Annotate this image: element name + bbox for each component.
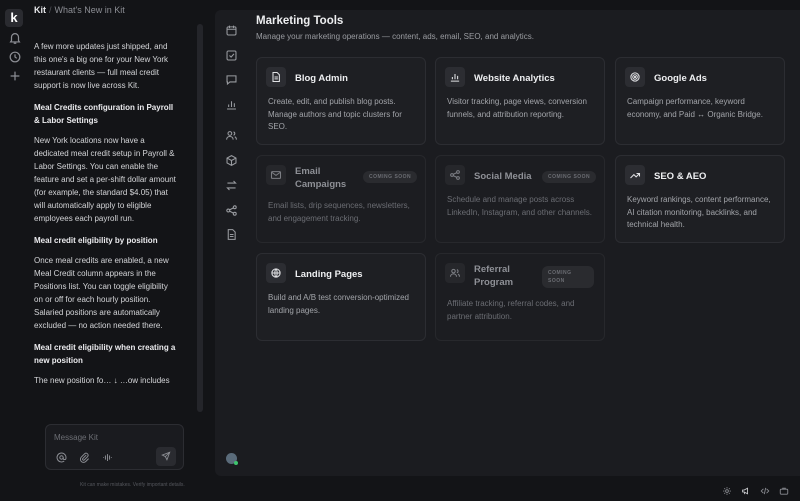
chat-scrollbar[interactable] (197, 24, 203, 412)
card-description: Campaign performance, keyword economy, a… (627, 97, 763, 119)
kit-logo[interactable]: k (5, 9, 23, 27)
message-paragraph: Once meal credits are enabled, a new Mea… (34, 256, 169, 330)
tool-card-social-media: Social Media COMING SOON Schedule and ma… (435, 155, 605, 243)
card-title: Email Campaigns (295, 166, 347, 190)
history-icon[interactable] (8, 50, 22, 64)
message-heading: Meal Credits configuration in Payroll & … (34, 103, 174, 125)
page-subtitle: Manage your marketing operations — conte… (256, 32, 534, 41)
composer (45, 424, 184, 470)
breadcrumb: Kit / What's New in Kit (34, 5, 125, 15)
card-description: Keyword rankings, content performance, A… (627, 195, 771, 229)
disclaimer: Kit can make mistakes. Verify important … (80, 482, 185, 488)
bar-chart-icon[interactable] (225, 98, 238, 111)
coming-soon-badge: COMING SOON (542, 171, 597, 183)
message-heading: Meal credit eligibility when creating a … (34, 343, 176, 365)
message-paragraph: New York locations now have a dedicated … (34, 136, 176, 223)
trend-up-icon (625, 165, 645, 185)
document-icon (266, 67, 286, 87)
code-icon[interactable] (760, 486, 770, 496)
message-thread: A few more updates just shipped, and thi… (34, 40, 177, 412)
thread-fade (34, 384, 184, 414)
globe-icon (266, 263, 286, 283)
share-icon[interactable] (225, 204, 238, 217)
card-title: Social Media (474, 171, 532, 182)
card-title: Blog Admin (295, 73, 348, 84)
chat-panel: Kit / What's New in Kit A few more updates… (30, 0, 208, 501)
main-panel: Marketing Tools Manage your marketing op… (248, 10, 800, 476)
message-input[interactable] (54, 431, 174, 443)
gear-icon[interactable] (722, 486, 732, 496)
waveform-icon[interactable] (102, 452, 113, 463)
share-icon (445, 165, 465, 185)
tool-card-seo-aeo[interactable]: SEO & AEO Keyword rankings, content perf… (615, 155, 785, 243)
card-title: Referral Program (474, 264, 514, 288)
chat-icon[interactable] (225, 73, 238, 86)
users-icon[interactable] (225, 129, 238, 142)
card-description: Affiliate tracking, referral codes, and … (447, 299, 575, 321)
tool-card-blog-admin[interactable]: Blog Admin Create, edit, and publish blo… (256, 57, 426, 145)
card-description: Email lists, drip sequences, newsletters… (268, 201, 410, 223)
megaphone-icon[interactable] (741, 486, 751, 496)
calendar-icon[interactable] (225, 24, 238, 37)
user-avatar[interactable] (226, 453, 238, 465)
cube-icon[interactable] (225, 154, 238, 167)
breadcrumb-page: What's New in Kit (54, 5, 125, 15)
transfer-icon[interactable] (225, 179, 238, 192)
breadcrumb-workspace[interactable]: Kit (34, 5, 46, 15)
target-icon (625, 67, 645, 87)
card-description: Visitor tracking, page views, conversion… (447, 97, 587, 119)
paperclip-icon[interactable] (79, 452, 90, 463)
card-title: SEO & AEO (654, 171, 707, 182)
tool-card-google-ads[interactable]: Google Ads Campaign performance, keyword… (615, 57, 785, 145)
users-icon (445, 263, 465, 283)
message-heading: Meal credit eligibility by position (34, 236, 158, 245)
card-title: Landing Pages (295, 269, 363, 280)
tools-nav (215, 10, 248, 476)
card-title: Google Ads (654, 73, 707, 84)
plus-icon[interactable] (8, 69, 22, 83)
tool-card-website-analytics[interactable]: Website Analytics Visitor tracking, page… (435, 57, 605, 145)
tool-card-referral-program: Referral Program COMING SOON Affiliate t… (435, 253, 605, 341)
tool-card-email-campaigns: Email Campaigns COMING SOON Email lists,… (256, 155, 426, 243)
card-description: Create, edit, and publish blog posts. Ma… (268, 97, 402, 131)
app-rail: k (0, 0, 30, 501)
bell-icon[interactable] (8, 31, 22, 45)
breadcrumb-separator: / (49, 5, 52, 15)
mail-icon (266, 165, 286, 185)
bar-chart-icon (445, 67, 465, 87)
page-title: Marketing Tools (256, 15, 344, 27)
card-description: Build and A/B test conversion-optimized … (268, 293, 409, 315)
send-button[interactable] (156, 447, 176, 466)
send-icon (161, 451, 171, 461)
checklist-icon[interactable] (225, 49, 238, 62)
coming-soon-badge: COMING SOON (542, 266, 594, 288)
bottom-toolbar (716, 484, 800, 498)
at-icon[interactable] (56, 452, 67, 463)
document-icon[interactable] (225, 228, 238, 241)
card-title: Website Analytics (474, 73, 555, 84)
tool-card-landing-pages[interactable]: Landing Pages Build and A/B test convers… (256, 253, 426, 341)
briefcase-icon[interactable] (779, 486, 789, 496)
coming-soon-badge: COMING SOON (363, 171, 418, 183)
card-description: Schedule and manage posts across LinkedI… (447, 195, 592, 217)
message-paragraph: A few more updates just shipped, and thi… (34, 42, 169, 90)
